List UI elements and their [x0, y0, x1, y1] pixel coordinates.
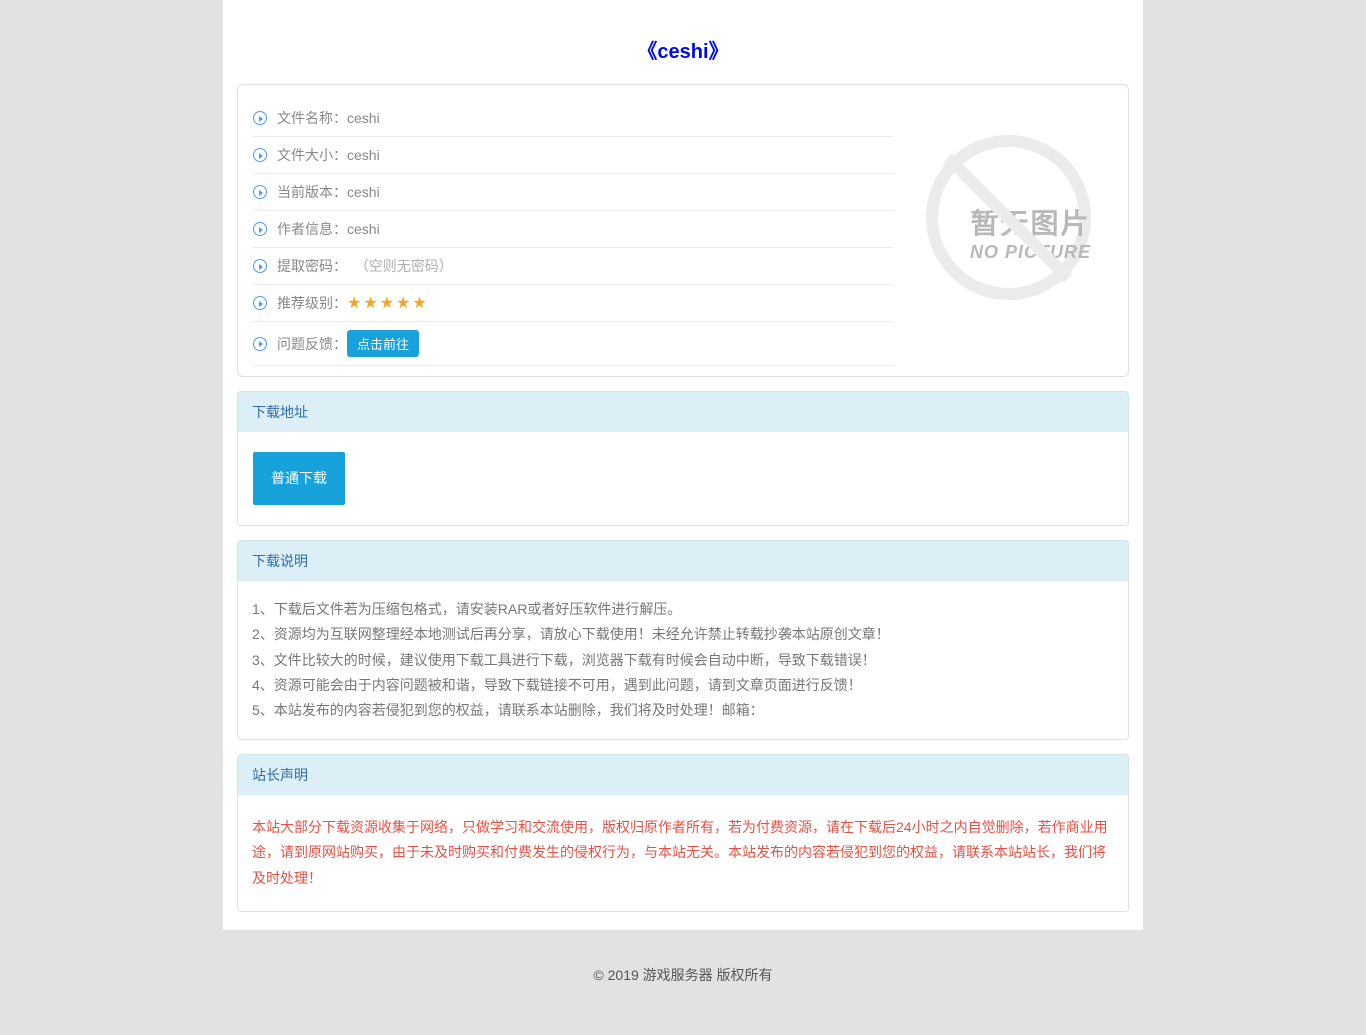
chevron-right-icon [253, 259, 267, 273]
download-button[interactable]: 普通下载 [253, 452, 345, 505]
panel-body: 普通下载 [238, 432, 1128, 525]
detail-value: ceshi [347, 147, 380, 163]
detail-label: 作者信息： [277, 219, 347, 239]
feedback-button[interactable]: 点击前往 [347, 330, 419, 357]
chevron-right-icon [253, 296, 267, 310]
detail-value: ceshi [347, 221, 380, 237]
footer-copyright: © 2019 游戏服务器 版权所有 [0, 930, 1366, 1035]
no-picture-placeholder: 暂无图片 NO PICTURE [903, 135, 1113, 300]
detail-label: 文件大小： [277, 145, 347, 165]
no-picture-en: NO PICTURE [916, 242, 1146, 263]
chevron-right-icon [253, 222, 267, 236]
no-picture-cn: 暂无图片 [916, 202, 1146, 242]
detail-row-filename: 文件名称： ceshi [253, 100, 893, 137]
detail-row-version: 当前版本： ceshi [253, 174, 893, 211]
disclaimer-text: 本站大部分下载资源收集于网络，只做学习和交流使用，版权归原作者所有，若为付费资源… [238, 795, 1128, 911]
detail-row-rating: 推荐级别： ★★★★★ [253, 285, 893, 322]
detail-label: 文件名称： [277, 108, 347, 128]
detail-value: ceshi [347, 110, 380, 126]
info-line: 5、本站发布的内容若侵犯到您的权益，请联系本站删除，我们将及时处理！邮箱： [252, 698, 1114, 723]
panel-header: 站长声明 [238, 755, 1128, 795]
detail-row-author: 作者信息： ceshi [253, 211, 893, 248]
chevron-right-icon [253, 337, 267, 351]
detail-label: 问题反馈： [277, 334, 347, 354]
details-list: 文件名称： ceshi 文件大小： ceshi 当前版本： ceshi 作者信息… [253, 100, 893, 366]
detail-value: （空则无密码） [355, 256, 453, 276]
detail-value: ceshi [347, 184, 380, 200]
chevron-right-icon [253, 148, 267, 162]
detail-label: 提取密码： [277, 256, 347, 276]
info-line: 2、资源均为互联网整理经本地测试后再分享，请放心下载使用！未经允许禁止转载抄袭本… [252, 622, 1114, 647]
info-line: 1、下载后文件若为压缩包格式，请安装RAR或者好压软件进行解压。 [252, 597, 1114, 622]
details-panel: 文件名称： ceshi 文件大小： ceshi 当前版本： ceshi 作者信息… [237, 84, 1129, 377]
panel-header: 下载说明 [238, 541, 1128, 581]
detail-row-filesize: 文件大小： ceshi [253, 137, 893, 174]
info-line: 4、资源可能会由于内容问题被和谐，导致下载链接不可用，遇到此问题，请到文章页面进… [252, 673, 1114, 698]
page-title: 《ceshi》 [223, 25, 1143, 84]
download-info-panel: 下载说明 1、下载后文件若为压缩包格式，请安装RAR或者好压软件进行解压。 2、… [237, 540, 1129, 740]
panel-header: 下载地址 [238, 392, 1128, 432]
star-rating-icon: ★★★★★ [347, 293, 429, 313]
panel-body: 1、下载后文件若为压缩包格式，请安装RAR或者好压软件进行解压。 2、资源均为互… [238, 581, 1128, 739]
slash-circle-icon: 暂无图片 NO PICTURE [926, 135, 1091, 300]
detail-value [347, 258, 355, 274]
chevron-right-icon [253, 111, 267, 125]
disclaimer-panel: 站长声明 本站大部分下载资源收集于网络，只做学习和交流使用，版权归原作者所有，若… [237, 754, 1129, 912]
info-line: 3、文件比较大的时候，建议使用下载工具进行下载，浏览器下载有时候会自动中断，导致… [252, 648, 1114, 673]
chevron-right-icon [253, 185, 267, 199]
detail-row-password: 提取密码： （空则无密码） [253, 248, 893, 285]
download-address-panel: 下载地址 普通下载 [237, 391, 1129, 526]
detail-label: 推荐级别： [277, 293, 347, 313]
detail-row-feedback: 问题反馈： 点击前往 [253, 322, 893, 366]
detail-label: 当前版本： [277, 182, 347, 202]
